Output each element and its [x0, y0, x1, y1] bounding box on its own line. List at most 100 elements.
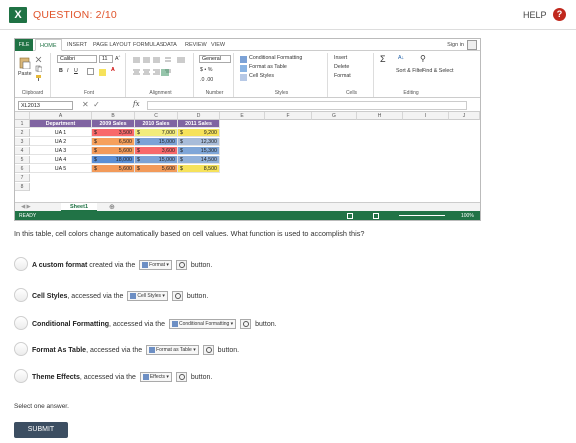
sales-cell: $12,300 [178, 138, 220, 146]
tab-file: FILE [15, 39, 33, 51]
currency-symbol: $ [180, 139, 183, 145]
number-group-label: Number [205, 90, 224, 96]
radio-button[interactable] [14, 342, 28, 356]
department-cell: UA 4 [30, 156, 92, 164]
underline-icon: U [74, 68, 78, 74]
alignment-group-label: Alignment [149, 90, 172, 96]
sales-value: 5,600 [161, 166, 175, 172]
zoom-level: 100% [461, 213, 474, 219]
tab-review: REVIEW [185, 42, 207, 48]
ribbon-button-label: Conditional Formatting [178, 321, 230, 327]
sign-in-link: Sign in [447, 42, 464, 48]
cancel-check-icons: ✕ ✓ [82, 100, 100, 109]
option-text: Conditional Formatting, accessed via the… [32, 319, 277, 329]
tab-insert: INSERT [67, 42, 88, 48]
help-icon[interactable]: ? [553, 8, 566, 21]
sort-filter-button: Sort & Filter [396, 68, 424, 74]
fill-color-icon [99, 69, 106, 76]
sort-filter-icon: A↓ [398, 55, 405, 61]
cell-styles-icon [240, 74, 247, 81]
ribbon-button-image: Format ▾ [139, 260, 172, 270]
currency-symbol: $ [137, 139, 140, 145]
sales-cell: $7,000 [135, 129, 178, 137]
sales-value: 15,000 [158, 157, 175, 163]
column-header-g: G [312, 112, 357, 120]
option-text: A custom format created via the Format ▾… [32, 260, 212, 270]
avatar [467, 40, 477, 50]
row-header-4: 4 [15, 147, 30, 155]
option-post: button. [215, 346, 240, 354]
row-header-8: 8 [15, 183, 30, 191]
radio-button[interactable] [14, 316, 28, 330]
option-post: button. [188, 261, 213, 269]
autosum-icon: Σ [380, 54, 386, 64]
italic-icon: I [67, 68, 69, 74]
sales-value: 8,500 [203, 166, 217, 172]
font-size-box: 11 [99, 55, 113, 63]
delete-button: Delete [334, 64, 350, 70]
cells-group-label: Cells [345, 90, 358, 96]
font-group-label: Font [83, 90, 94, 96]
currency-symbol: $ [94, 148, 97, 154]
column-header-c: C [135, 112, 178, 120]
option-text: Cell Styles, accessed via the Cell Style… [32, 291, 208, 301]
sales-value: 6,500 [118, 139, 132, 145]
styles-group: Conditional Formatting Format as Table C… [236, 53, 328, 97]
formula-bar: XL2013 ✕ ✓ fx [15, 99, 480, 112]
column-header-a: A [30, 112, 92, 120]
currency-symbol: $ [94, 157, 97, 163]
ribbon: Paste Clipboard Calibri 11 Aˆ B I U A Fo… [15, 51, 480, 98]
sales-cell: $18,000 [92, 156, 135, 164]
paste-label: Paste [18, 71, 32, 77]
currency-symbol: $ [137, 130, 140, 136]
department-cell: UA 3 [30, 147, 92, 155]
help-link[interactable]: HELP [523, 10, 547, 20]
format-as-table-icon [149, 346, 156, 353]
new-sheet-icon: ⊕ [109, 204, 115, 211]
sales-cell: $15,000 [135, 138, 178, 146]
excel-screenshot: FILE HOME INSERT PAGE LAYOUT FORMULAS DA… [14, 38, 481, 221]
grid-corner [15, 112, 30, 120]
option-title: Conditional Formatting [32, 320, 109, 328]
option-pre: , accessed via the [109, 320, 167, 328]
currency-symbol: $ [94, 130, 97, 136]
zoom-slider [399, 215, 445, 216]
option-title: A custom format [32, 261, 88, 269]
sales-cell: $8,500 [178, 165, 220, 173]
option-text: Format As Table, accessed via the Format… [32, 345, 239, 355]
sales-cell: $15,300 [178, 147, 220, 155]
search-icon [202, 345, 214, 355]
normal-view-icon [347, 213, 353, 219]
fx-icon: fx [133, 100, 140, 108]
copy-icon [35, 65, 42, 72]
sales-cell: $14,500 [178, 156, 220, 164]
sheet-tabs-bar: ◀ ▶ Sheet1 ⊕ [15, 202, 480, 212]
ribbon-button-label: Cell Styles [137, 293, 162, 299]
currency-symbol: $ [94, 139, 97, 145]
status-text: READY [19, 213, 37, 219]
option-pre: , accessed via the [79, 373, 138, 381]
option-title: Theme Effects [32, 373, 80, 381]
ribbon-button-image: Conditional Formatting ▾ [168, 319, 237, 329]
table-header-cell: Department [30, 120, 92, 128]
ribbon-tabs: FILE HOME INSERT PAGE LAYOUT FORMULAS DA… [15, 39, 480, 51]
department-cell: UA 5 [30, 165, 92, 173]
sales-cell: $5,600 [92, 165, 135, 173]
format-as-table-button: Format as Table [249, 64, 287, 70]
ribbon-button-image: Format as Table ▾ [146, 345, 199, 355]
department-cell: UA 2 [30, 138, 92, 146]
radio-button[interactable] [14, 369, 28, 383]
alignment-icons [133, 57, 185, 76]
tab-view: VIEW [211, 42, 226, 48]
option-post: button. [184, 292, 209, 300]
submit-button[interactable]: SUBMIT [14, 422, 68, 438]
effects-icon [142, 373, 149, 380]
cell-styles-icon [130, 292, 137, 299]
conditional-formatting-button: Conditional Formatting [249, 55, 303, 61]
radio-button[interactable] [14, 288, 28, 302]
ribbon-button-image: Effects ▾ [139, 372, 172, 382]
radio-button[interactable] [14, 257, 28, 271]
sales-value: 15,000 [158, 139, 175, 145]
font-group: Calibri 11 Aˆ B I U A Font [53, 53, 126, 97]
number-format-box: General [199, 55, 231, 63]
